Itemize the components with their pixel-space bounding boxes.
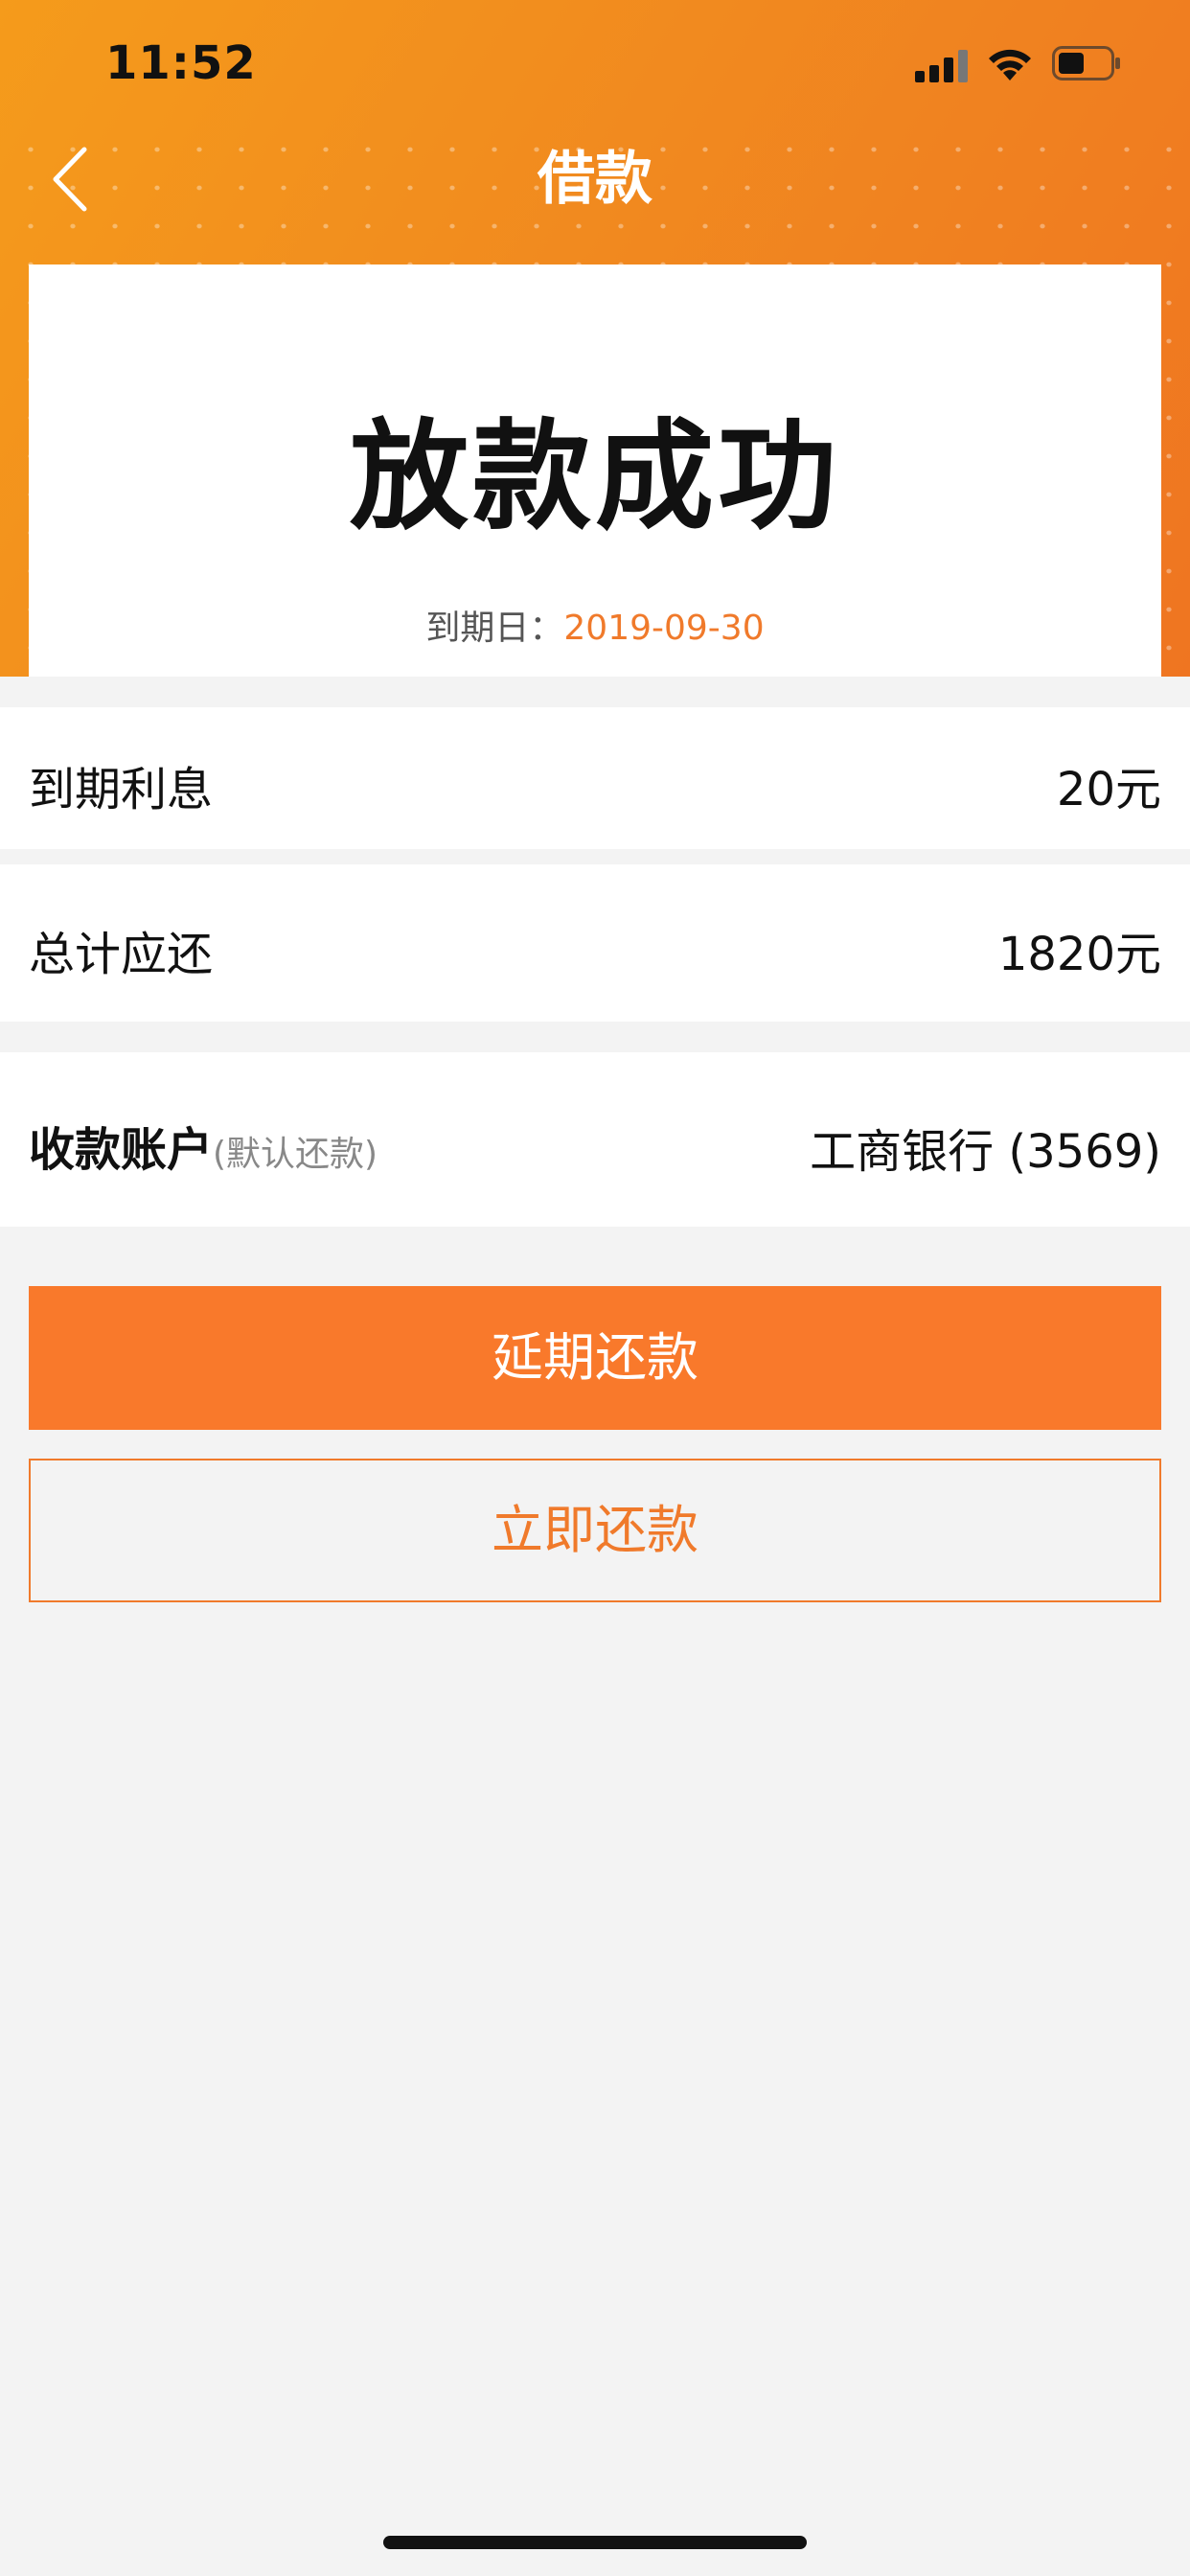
total-repay-row: 总计应还 1820元: [0, 864, 1190, 1022]
signal-icon: [915, 50, 969, 82]
receiving-account-label: 收款账户(默认还款): [29, 1112, 378, 1179]
interest-row: 到期利息 20元: [0, 707, 1190, 849]
due-date-label: 到期日：: [425, 609, 564, 648]
battery-icon: [1052, 46, 1120, 80]
page-title: 借款: [538, 146, 652, 213]
total-repay-value: 1820元: [997, 928, 1161, 981]
receiving-account-value: 工商银行 (3569): [810, 1125, 1161, 1179]
receiving-account-label-text: 收款账户: [29, 1123, 214, 1177]
interest-label: 到期利息: [29, 763, 214, 816]
total-repay-label: 总计应还: [29, 928, 214, 981]
extend-repayment-button[interactable]: 延期还款: [29, 1286, 1161, 1430]
status-time: 11:52: [105, 36, 257, 90]
interest-value: 20元: [1056, 763, 1161, 816]
receiving-account-row[interactable]: 收款账户(默认还款) 工商银行 (3569): [0, 1052, 1190, 1227]
nav-bar: 借款: [0, 126, 1190, 232]
repay-now-button[interactable]: 立即还款: [29, 1459, 1161, 1602]
due-date-line: 到期日：2019-09-30: [29, 600, 1161, 650]
home-indicator[interactable]: [383, 2536, 807, 2549]
default-repay-note: (默认还款): [213, 1135, 378, 1174]
status-bar: 11:52: [0, 0, 1190, 126]
due-date-value: 2019-09-30: [563, 609, 765, 648]
success-card: 放款成功 到期日：2019-09-30: [29, 264, 1161, 677]
wifi-icon: [989, 49, 1031, 80]
success-title: 放款成功: [349, 408, 840, 546]
